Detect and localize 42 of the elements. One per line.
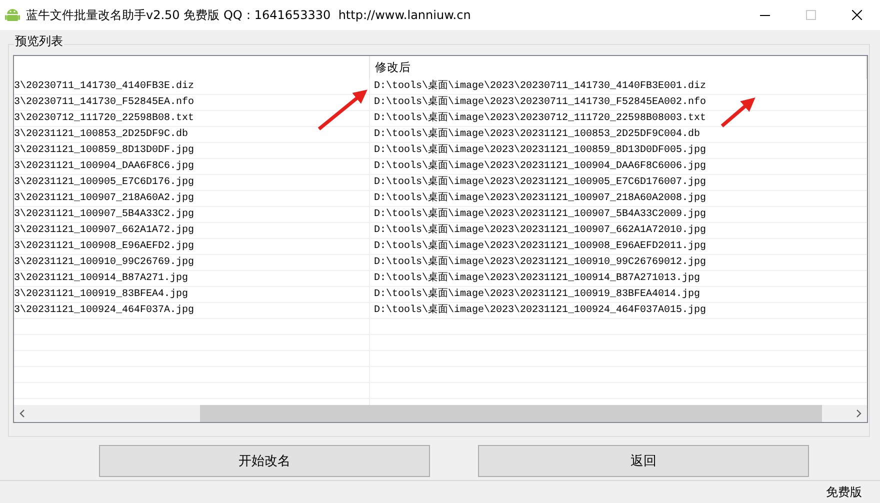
table-cell-text: 3\20230711_141730_4140FB3E.diz <box>14 80 196 94</box>
scrollbar-thumb[interactable] <box>200 405 822 422</box>
table-cell-text: 3\20231121_100904_DAA6F8C6.jpg <box>14 160 196 174</box>
table-cell: D:\tools\桌面\image\2023\20231121_100904_DAA6F8C6006.jpg <box>374 159 706 174</box>
table-cell-text: 3\20231121_100905_E7C6D176.jpg <box>14 176 196 190</box>
table-cell: D:\tools\桌面\image\2023\20231121_100853_2D25DF9C004.db <box>374 127 700 142</box>
table-cell-text: 3\20231121_100907_662A1A72.jpg <box>14 224 196 238</box>
table-cell-text: 3\20231121_100859_8D13D0DF.jpg <box>14 144 196 158</box>
table-cell: D:\tools\桌面\image\2023\20231121_100908_E96AEFD2011.jpg <box>374 239 706 254</box>
group-title: 预览列表 <box>14 33 64 50</box>
arrow <box>318 90 368 130</box>
window-title: 蓝牛文件批量改名助手v2.50 免费版 QQ：1641653330 http://www.lanniuw.cn <box>26 6 472 24</box>
table-cell-text: 3\20231121_100907_5B4A33C2.jpg <box>14 208 196 222</box>
table-cell-text: 3\20230711_141730_F52845EA.nfo <box>14 96 196 110</box>
table-cell: D:\tools\桌面\image\2023\20231121_100905_E7C6D176007.jpg <box>374 175 706 190</box>
table-cell-text: 3\20231121_100907_218A60A2.jpg <box>14 192 196 206</box>
table-cell: D:\tools\桌面\image\2023\20231121_100907_5B4A33C2009.jpg <box>374 207 706 222</box>
table-cell: D:\tools\桌面\image\2023\20231121_100907_218A60A2008.jpg <box>374 191 706 206</box>
table-cell: D:\tools\桌面\image\2023\20231121_100914_B87A271013.jpg <box>374 271 700 286</box>
table-cell-text: 3\20231121_100908_E96AEFD2.jpg <box>14 240 196 254</box>
arrow <box>720 97 756 128</box>
table-cell-text: 3\20231121_100910_99C26769.jpg <box>14 256 196 270</box>
column-header[interactable]: 修改后 <box>370 56 867 79</box>
table-cell: D:\tools\桌面\image\2023\20230711_141730_F52845EA002.nfo <box>374 95 706 110</box>
table-cell-text: 3\20231121_100919_83BFEA4.jpg <box>14 288 190 302</box>
table-cell: D:\tools\桌面\image\2023\20231121_100919_83BFEA4014.jpg <box>374 287 700 302</box>
table-cell: D:\tools\桌面\image\2023\20231121_100907_662A1A72010.jpg <box>374 223 706 238</box>
table-cell: D:\tools\桌面\image\2023\20230711_141730_4140FB3E001.diz <box>374 79 706 94</box>
table-cell: D:\tools\桌面\image\2023\20231121_100910_99C26769012.jpg <box>374 255 706 270</box>
status-text: 免费版 <box>826 484 862 500</box>
close-icon <box>852 10 862 20</box>
table-cell-text: 3\20231121_100924_464F037A.jpg <box>14 304 196 318</box>
table-cell-text: 3\20231121_100853_2D25DF9C.db <box>14 128 190 142</box>
table-cell: D:\tools\桌面\image\2023\20231121_100859_8D13D0DF005.jpg <box>374 143 706 158</box>
table-cell: D:\tools\桌面\image\2023\20231121_100924_464F037A015.jpg <box>374 303 706 318</box>
maximize-icon <box>806 10 816 20</box>
android-icon <box>5 7 20 23</box>
action-button[interactable]: 开始改名 <box>99 445 430 477</box>
action-button[interactable]: 返回 <box>478 445 809 477</box>
table-cell-text: 3\20230712_111720_22598B08.txt <box>14 112 196 126</box>
table-cell: D:\tools\桌面\image\2023\20230712_111720_22598B08003.txt <box>374 111 706 126</box>
table-cell-text: 3\20231121_100914_B87A271.jpg <box>14 272 190 286</box>
